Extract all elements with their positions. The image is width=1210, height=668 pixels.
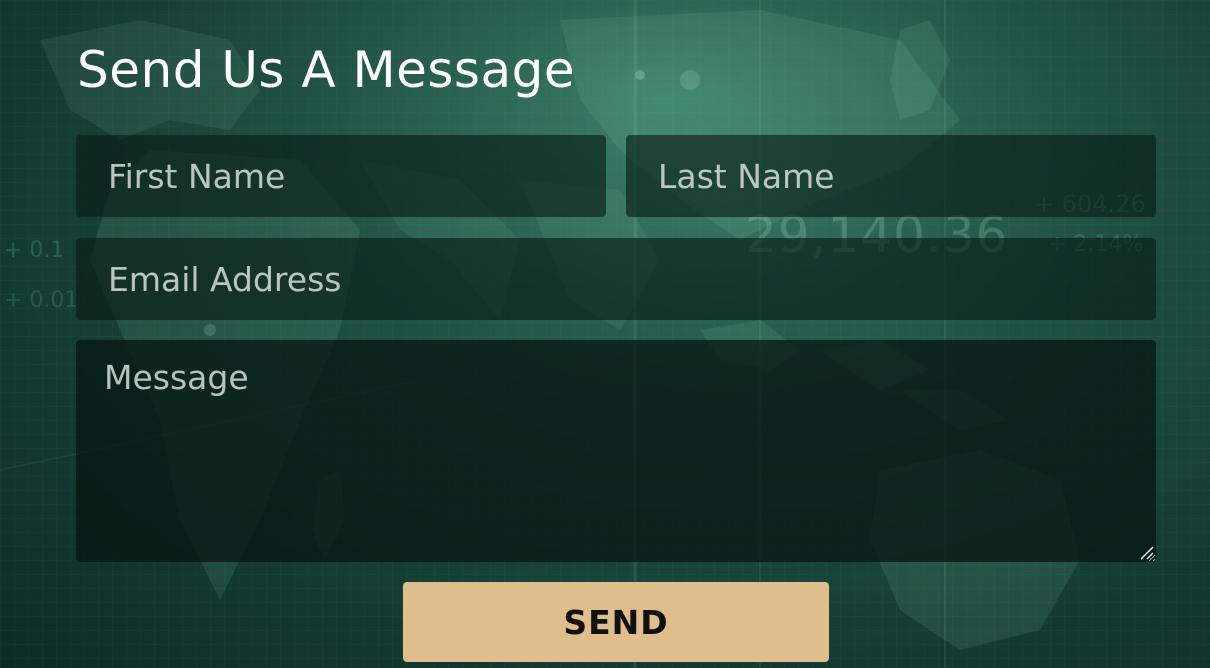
last-name-input[interactable] bbox=[626, 135, 1156, 217]
first-name-input[interactable] bbox=[76, 135, 606, 217]
message-textarea[interactable] bbox=[76, 340, 1156, 562]
form-title: Send Us A Message bbox=[77, 41, 576, 99]
resize-handle-icon[interactable] bbox=[1138, 544, 1154, 560]
email-input[interactable] bbox=[76, 238, 1156, 320]
contact-form: Send Us A Message SEND bbox=[0, 0, 1210, 668]
send-button[interactable]: SEND bbox=[403, 582, 829, 662]
